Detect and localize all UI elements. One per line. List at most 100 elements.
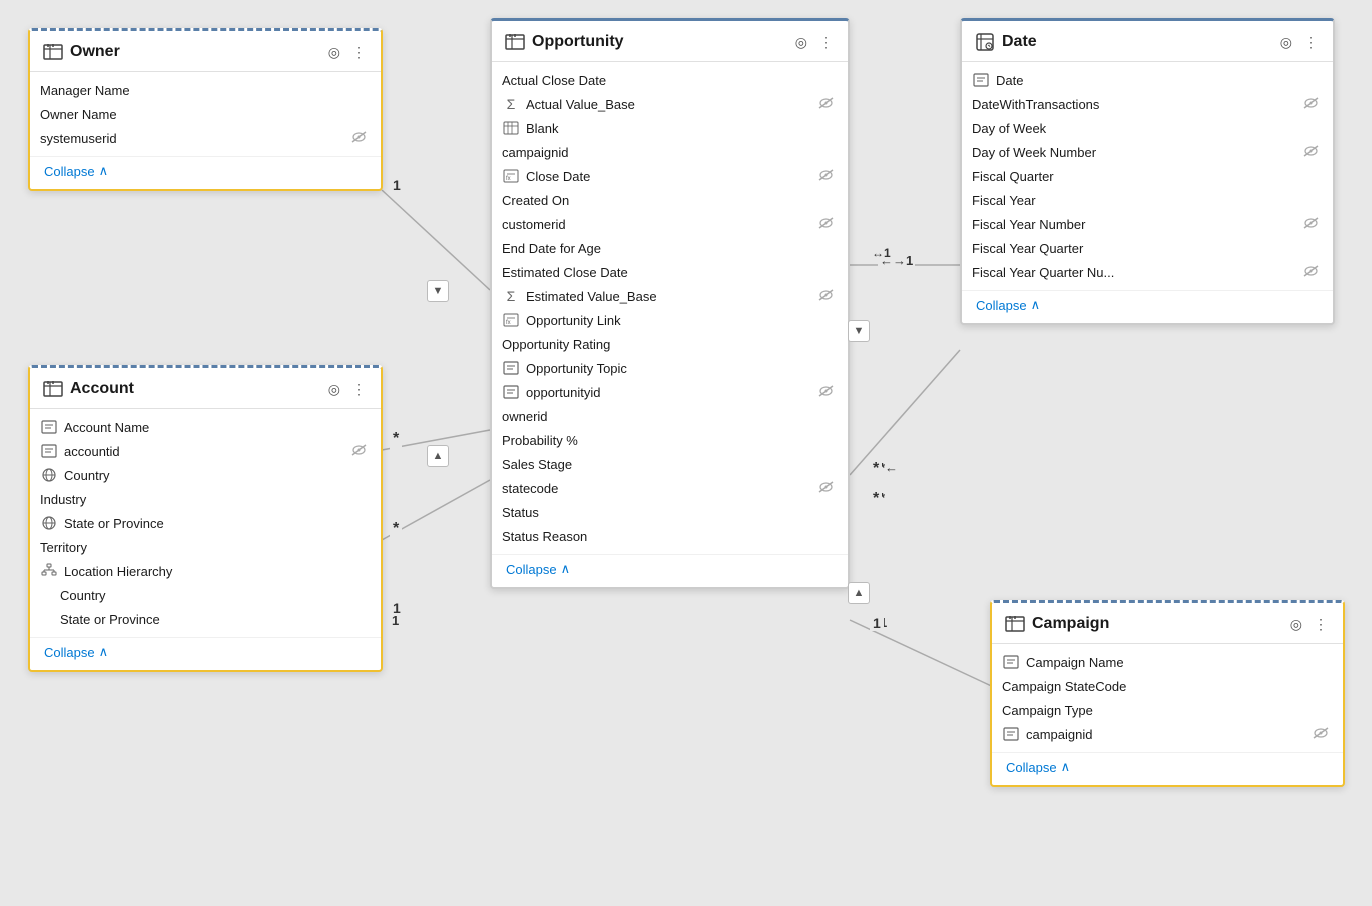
fiscal-year-qtr-num-hidden-icon [1303,265,1319,280]
field-sub-state-province: State or Province [30,607,381,631]
rel-label-date-star-2: * [870,490,882,508]
rel-label-account-star-2: * [390,520,402,538]
field-ownerid: ownerid [492,404,848,428]
rel-label-date-arrow: ↔1 [870,246,893,260]
campaign-more-btn[interactable]: ⋮ [1311,615,1331,633]
blank-table-icon [502,119,520,137]
campaign-name-icon [1002,653,1020,671]
account-title: Account [70,380,319,398]
field-location-hierarchy: Location Hierarchy [30,559,381,583]
field-estimated-close-date: Estimated Close Date [492,260,848,284]
date-footer: Collapse ∧ [962,290,1333,323]
field-close-date: fx Close Date [492,164,848,188]
field-customerid: customerid [492,212,848,236]
owner-visible-btn[interactable]: ◎ [325,43,343,61]
field-date: Date [962,68,1333,92]
field-campaign-campaignid: campaignid [992,722,1343,746]
field-fiscal-year-quarter: Fiscal Year Quarter [962,236,1333,260]
owner-card: Owner ◎ ⋮ Manager Name Owner Name system… [28,28,383,191]
account-fields: Account Name accountid Country Industry [30,409,381,637]
opportunityid-hidden-icon [818,385,834,400]
account-header: Account ◎ ⋮ [30,368,381,409]
field-manager-name: Manager Name [30,78,381,102]
field-status: Status [492,500,848,524]
opportunity-fields-scroll[interactable]: Actual Close Date Σ Actual Value_Base Bl… [492,62,848,554]
owner-header: Owner ◎ ⋮ [30,31,381,72]
field-opportunityid: opportunityid [492,380,848,404]
account-visible-btn[interactable]: ◎ [325,380,343,398]
opportunity-fields: Actual Close Date Σ Actual Value_Base Bl… [492,62,848,554]
field-sales-stage: Sales Stage [492,452,848,476]
close-date-hidden-icon [818,169,834,184]
field-opp-campaignid: campaignid [492,140,848,164]
campaign-collapse-btn[interactable]: Collapse ∧ [1006,759,1329,775]
fiscal-year-num-hidden-icon [1303,217,1319,232]
date-visible-btn[interactable]: ◎ [1277,33,1295,51]
opportunity-table-icon [504,31,526,53]
field-campaign-type: Campaign Type [992,698,1343,722]
account-more-btn[interactable]: ⋮ [349,380,369,398]
account-collapse-btn[interactable]: Collapse ∧ [44,644,367,660]
connector-owner-opp[interactable]: ▼ [427,280,449,302]
owner-table-icon [42,41,64,63]
date-collapse-btn[interactable]: Collapse ∧ [976,297,1319,313]
field-blank: Blank [492,116,848,140]
field-territory: Territory [30,535,381,559]
field-end-date-age: End Date for Age [492,236,848,260]
actual-value-hidden-icon [818,97,834,112]
campaign-visible-btn[interactable]: ◎ [1287,615,1305,633]
opportunity-visible-btn[interactable]: ◎ [792,33,810,51]
hierarchy-icon [40,562,58,580]
field-systemuserid: systemuserid [30,126,381,150]
campaign-table-icon [1004,613,1026,635]
account-name-icon [40,418,58,436]
day-week-num-hidden-icon [1303,145,1319,160]
opp-topic-icon [502,359,520,377]
date-field-icon [972,71,990,89]
campaign-id-hidden-icon [1313,727,1329,742]
campaign-fields: Campaign Name Campaign StateCode Campaig… [992,644,1343,752]
sigma-icon-1: Σ [502,95,520,113]
rel-label-date-star-1: * [870,460,882,478]
country-globe-icon [40,466,58,484]
opp-link-calc-icon: fx [502,311,520,329]
owner-footer: Collapse ∧ [30,156,381,189]
statecode-hidden-icon [818,481,834,496]
field-industry: Industry [30,487,381,511]
field-owner-name: Owner Name [30,102,381,126]
owner-fields: Manager Name Owner Name systemuserid [30,72,381,156]
campaign-id-icon [1002,725,1020,743]
field-state-province: State or Province [30,511,381,535]
date-fields: Date DateWithTransactions Day of Week Da… [962,62,1333,290]
field-country: Country [30,463,381,487]
owner-more-btn[interactable]: ⋮ [349,43,369,61]
svg-text:fx: fx [506,176,511,182]
opportunity-title: Opportunity [532,33,786,51]
connector-opp-campaign[interactable]: ▲ [848,582,870,604]
connector-opp-date[interactable]: ▼ [848,320,870,342]
opportunity-collapse-btn[interactable]: Collapse ∧ [506,561,834,577]
rel-label-owner-1: 1 [390,177,404,193]
field-actual-value-base: Σ Actual Value_Base [492,92,848,116]
owner-collapse-btn[interactable]: Collapse ∧ [44,163,367,179]
date-title: Date [1002,33,1271,51]
systemuserid-hidden-icon [351,131,367,146]
field-statecode: statecode [492,476,848,500]
date-fields-scroll[interactable]: Date DateWithTransactions Day of Week Da… [962,62,1333,290]
field-probability: Probability % [492,428,848,452]
opportunity-card: Opportunity ◎ ⋮ Actual Close Date Σ Actu… [490,18,850,589]
field-opportunity-topic: Opportunity Topic [492,356,848,380]
svg-text:fx: fx [506,320,511,326]
field-fiscal-year-quarter-num: Fiscal Year Quarter Nu... [962,260,1333,284]
field-day-of-week: Day of Week [962,116,1333,140]
connector-account-opp-top[interactable]: ▲ [427,445,449,467]
opportunityid-icon [502,383,520,401]
date-more-btn[interactable]: ⋮ [1301,33,1321,51]
opportunity-footer: Collapse ∧ [492,554,848,587]
field-account-name: Account Name [30,415,381,439]
opportunity-more-btn[interactable]: ⋮ [816,33,836,51]
field-status-reason: Status Reason [492,524,848,548]
account-footer: Collapse ∧ [30,637,381,670]
field-opportunity-link: fx Opportunity Link [492,308,848,332]
account-card: Account ◎ ⋮ Account Name accountid C [28,365,383,672]
